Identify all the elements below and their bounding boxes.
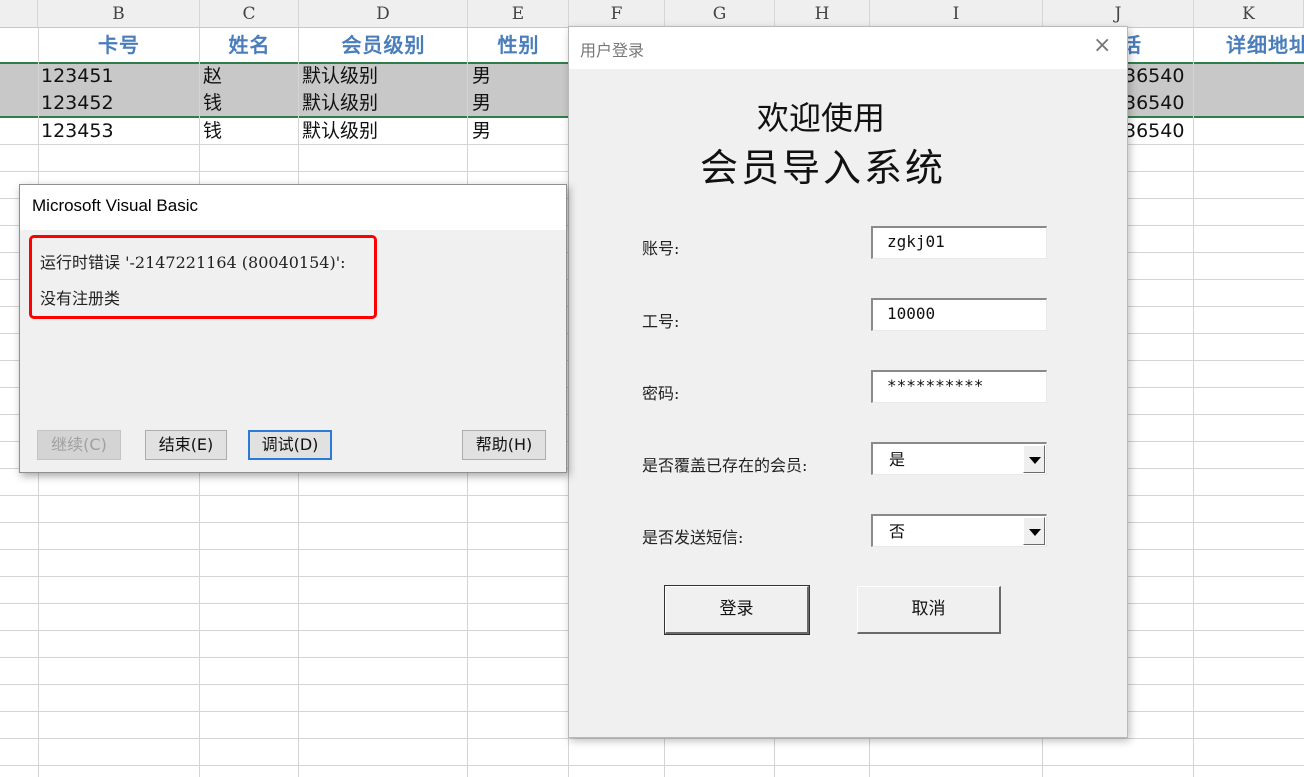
column-header-A[interactable] [0,0,38,28]
end-button[interactable]: 结束(E) [145,430,227,460]
login-title: 用户登录 [580,41,645,60]
cell-phone-r1[interactable]: 36540 [1124,63,1184,90]
login-button[interactable]: 登录 [664,585,810,635]
header-card-no[interactable]: 卡号 [38,29,200,62]
cell-level-r1[interactable]: 默认级别 [302,63,378,90]
chevron-down-icon [1029,457,1041,464]
grid-line [1193,28,1194,777]
header-address[interactable]: 详细地址 [1226,29,1304,62]
sms-value: 否 [889,522,906,541]
cancel-button[interactable]: 取消 [857,586,1001,634]
dropdown-button[interactable] [1023,445,1045,473]
column-header-F[interactable]: F [569,0,665,28]
cell-card-no-r2[interactable]: 123452 [41,90,114,117]
cell-phone-r2[interactable]: 36540 [1124,90,1184,117]
cell-phone-r3[interactable]: 36540 [1124,118,1184,145]
welcome-line-2: 会员导入系统 [699,146,946,190]
cell-gender-r1[interactable]: 男 [472,63,491,90]
employee-input[interactable]: 10000 [871,298,1047,331]
continue-button[interactable]: 继续(C) [37,430,121,460]
cell-name-r2[interactable]: 钱 [203,90,222,117]
column-header-I[interactable]: I [870,0,1043,28]
password-input[interactable]: ********** [871,370,1047,403]
cell-level-r3[interactable]: 默认级别 [302,118,378,145]
overwrite-label: 是否覆盖已存在的会员: [642,456,808,475]
cell-level-r2[interactable]: 默认级别 [302,90,378,117]
welcome-line-1: 欢迎使用 [756,99,885,137]
cell-card-no-r3[interactable]: 123453 [41,118,114,145]
sms-select[interactable]: 否 [871,514,1047,547]
header-level[interactable]: 会员级别 [299,29,468,62]
cell-gender-r2[interactable]: 男 [472,90,491,117]
column-header-D[interactable]: D [299,0,468,28]
password-label: 密码: [642,384,680,403]
overwrite-value: 是 [889,450,906,469]
cell-name-r3[interactable]: 钱 [203,118,222,145]
overwrite-select[interactable]: 是 [871,442,1047,475]
cell-name-r1[interactable]: 赵 [203,63,222,90]
column-header-C[interactable]: C [200,0,299,28]
account-label: 账号: [642,239,680,258]
header-gender[interactable]: 性别 [468,29,569,62]
cell-card-no-r1[interactable]: 123451 [41,63,114,90]
account-input[interactable]: zgkj01 [871,226,1047,259]
column-header-B[interactable]: B [38,0,200,28]
chevron-down-icon [1029,529,1041,536]
grid-line [0,738,1304,739]
close-icon[interactable]: × [1093,35,1111,57]
vb-dialog-title: Microsoft Visual Basic [32,196,198,215]
highlight-box [29,235,377,319]
login-dialog: 用户登录 × 欢迎使用 会员导入系统 账号: zgkj01 工号: 10000 … [568,26,1128,738]
vb-titlebar[interactable]: Microsoft Visual Basic [20,185,566,230]
column-header-H[interactable]: H [775,0,870,28]
login-titlebar[interactable]: 用户登录 × [569,27,1127,69]
header-name[interactable]: 姓名 [200,29,299,62]
column-header-E[interactable]: E [468,0,569,28]
column-header-K[interactable]: K [1194,0,1304,28]
debug-button[interactable]: 调试(D) [248,430,332,460]
help-button[interactable]: 帮助(H) [462,430,546,460]
cell-gender-r3[interactable]: 男 [472,118,491,145]
dropdown-button[interactable] [1023,517,1045,545]
column-header-G[interactable]: G [665,0,775,28]
employee-label: 工号: [642,312,680,331]
vb-error-dialog: Microsoft Visual Basic 运行时错误 '-214722116… [19,184,567,473]
column-header-J[interactable]: J [1043,0,1194,28]
sms-label: 是否发送短信: [642,528,744,547]
grid-line [0,765,1304,766]
